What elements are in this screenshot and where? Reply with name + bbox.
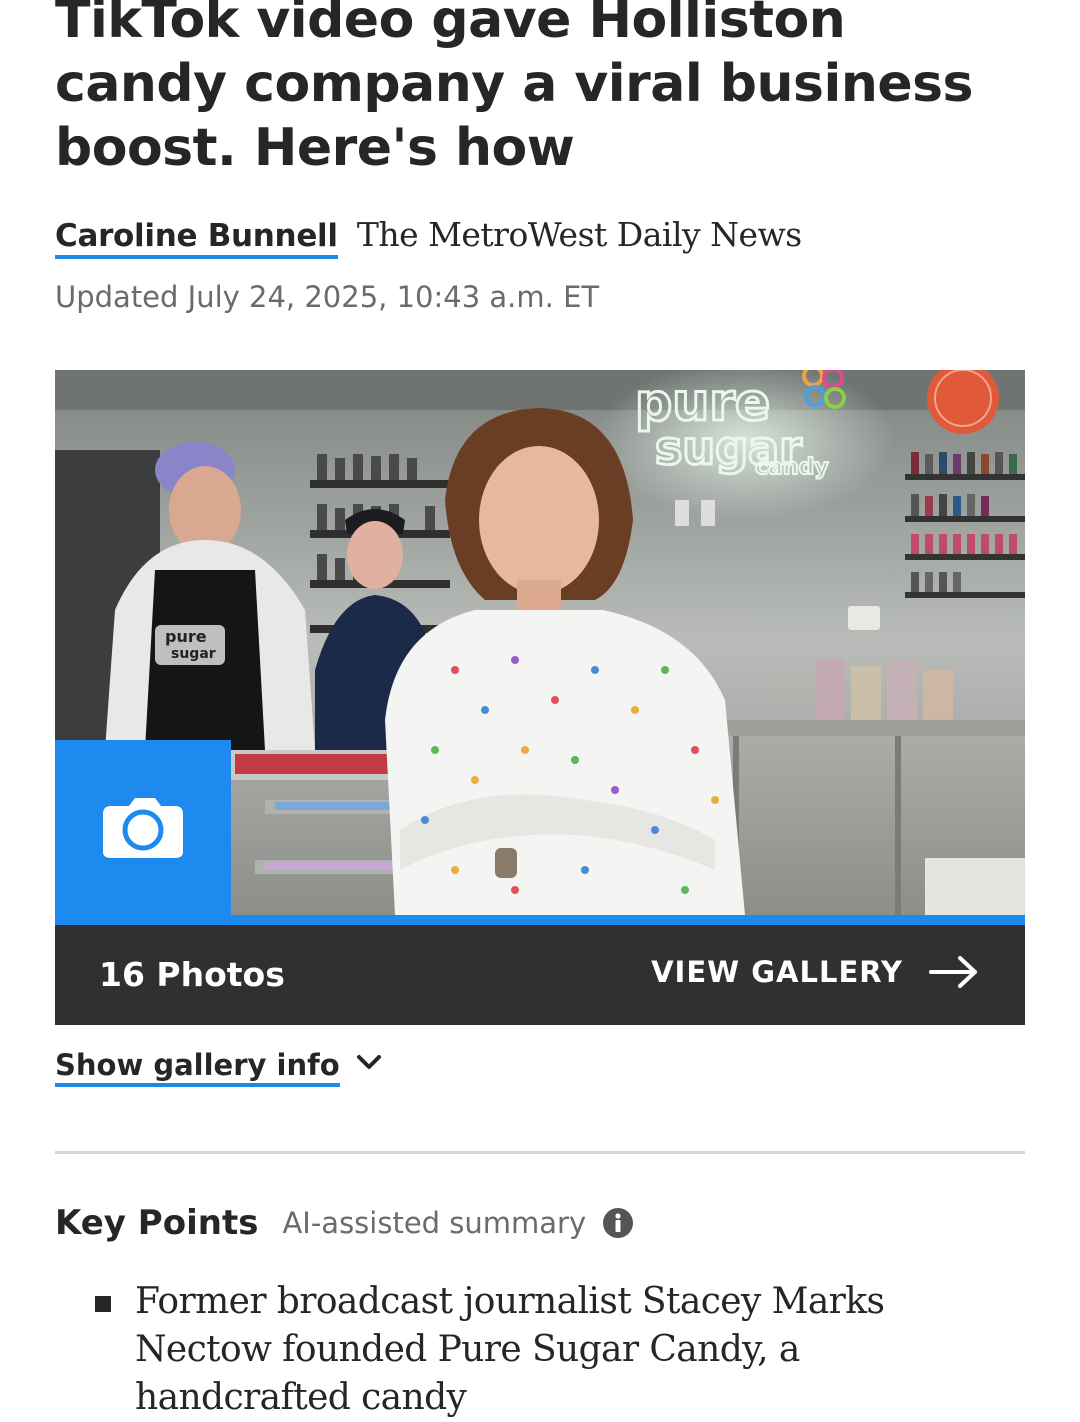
bullet-square-icon	[95, 1296, 111, 1312]
view-gallery-label: VIEW GALLERY	[651, 955, 903, 989]
ai-summary-label: AI-assisted summary	[282, 1206, 587, 1240]
key-points-header: Key Points AI-assisted summary	[55, 1203, 634, 1243]
show-gallery-info-label: Show gallery info	[55, 1048, 340, 1087]
key-points-title: Key Points	[55, 1203, 259, 1243]
key-points-list: Former broadcast journalist Stacey Marks…	[95, 1278, 1025, 1422]
article-headline: TikTok video gave Holliston candy compan…	[55, 0, 974, 178]
apron-logo-line2: sugar	[171, 646, 216, 662]
publication-name: The MetroWest Daily News	[356, 215, 802, 254]
gallery-accent-rule	[55, 915, 1025, 925]
neon-sign-candy: candy	[755, 455, 829, 480]
apron-logo-line1: pure	[165, 627, 207, 646]
section-divider	[55, 1151, 1025, 1154]
gallery-bar[interactable]: 16 Photos VIEW GALLERY	[55, 925, 1025, 1025]
arrow-right-icon	[929, 956, 977, 988]
updated-timestamp: Updated July 24, 2025, 10:43 a.m. ET	[55, 280, 600, 314]
camera-icon-tile[interactable]	[55, 740, 231, 916]
info-icon[interactable]	[602, 1207, 634, 1239]
photo-count: 16 Photos	[99, 955, 285, 994]
key-point-item: Former broadcast journalist Stacey Marks…	[95, 1278, 1025, 1422]
photo-gallery[interactable]: pure sugar candy pure sugar 16 Photos VI…	[55, 370, 1025, 1025]
chevron-down-icon	[356, 1054, 381, 1069]
author-link[interactable]: Caroline Bunnell	[55, 218, 338, 259]
byline: Caroline Bunnell The MetroWest Daily New…	[55, 215, 802, 265]
show-gallery-info-toggle[interactable]: Show gallery info	[55, 1048, 382, 1087]
view-gallery-button[interactable]: VIEW GALLERY	[651, 955, 979, 989]
camera-icon	[103, 798, 183, 858]
